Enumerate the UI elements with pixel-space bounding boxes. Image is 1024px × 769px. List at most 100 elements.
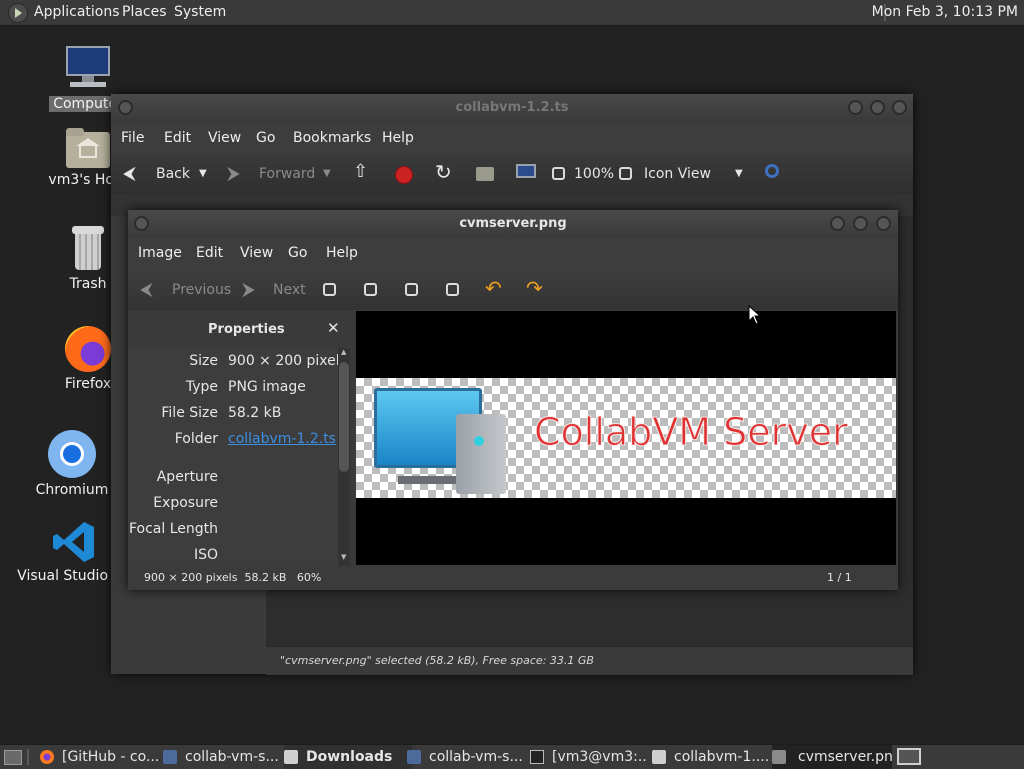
search-icon[interactable] [765,164,779,178]
property-row: ISO [128,542,338,566]
image-canvas[interactable]: CollabVM Server [356,311,896,565]
property-key: ISO [193,547,218,563]
monitor-stand-graphic [398,476,458,484]
menu-edit[interactable]: Edit [164,123,191,153]
property-row: Exposure [128,490,338,516]
file-manager-titlebar[interactable]: collabvm-1.2.ts [111,94,913,122]
property-row: Folder collabvm-1.2.ts [128,426,338,452]
close-button[interactable] [876,216,891,231]
minimize-button[interactable] [830,216,845,231]
next-button[interactable]: Next [273,280,306,300]
property-row: Focal Length [128,516,338,542]
zoom-fit-icon[interactable] [446,283,459,296]
view-mode-select[interactable]: Icon View [644,164,711,184]
top-panel: Applications Places System Mon Feb 3, 10… [0,0,1024,26]
places-menu[interactable]: Places [122,0,167,25]
property-value: PNG image [228,379,306,395]
scrollbar-thumb[interactable] [339,362,349,472]
home-icon[interactable] [476,167,494,181]
maximize-button[interactable] [853,216,868,231]
menu-bookmarks[interactable]: Bookmarks [293,123,371,153]
taskbar-item-label: [GitHub - co... [62,749,160,765]
menu-go[interactable]: Go [288,238,307,268]
taskbar-item[interactable]: [GitHub - co... [40,745,160,769]
chromium-icon [48,430,96,478]
property-key: File Size [161,405,218,421]
applications-menu-icon[interactable] [8,3,28,23]
up-arrow-icon[interactable]: ⇧ [353,162,368,182]
image-info-status: 900 × 200 pixels 58.2 kB 60% [144,571,322,584]
folder-link[interactable]: collabvm-1.2.ts [228,426,336,452]
zoom-out-icon[interactable] [364,283,377,296]
menu-image[interactable]: Image [138,238,182,268]
properties-scrollbar[interactable]: ▲ ▼ [338,348,350,566]
rotate-right-icon[interactable]: ↷ [526,278,543,298]
previous-arrow-icon[interactable]: ⮜ [140,280,153,300]
image-index-status: 1 / 1 [827,571,852,584]
firefox-icon [40,750,54,764]
rotate-left-icon[interactable]: ↶ [485,278,502,298]
menu-help[interactable]: Help [382,123,414,153]
file-manager-menubar: File Edit View Go Bookmarks Help [111,123,913,153]
image-display: CollabVM Server [356,378,896,498]
taskbar-item-active[interactable]: Downloads [284,745,412,769]
scroll-up-icon[interactable]: ▲ [341,348,346,356]
image-viewer-toolbar: ⮜ Previous ⮞ Next ↶ ↷ [128,270,898,310]
image-viewer-window: cvmserver.png Image Edit View Go Help ⮜ … [128,210,898,590]
forward-button[interactable]: Forward [259,164,315,184]
image-viewer-titlebar[interactable]: cvmserver.png [128,210,898,238]
close-button[interactable] [892,100,907,115]
taskbar-item[interactable]: collab-vm-s... [407,745,525,769]
maximize-button[interactable] [870,100,885,115]
taskbar-item[interactable]: [vm3@vm3:... [530,745,648,769]
menu-edit[interactable]: Edit [196,238,223,268]
workspace-switcher-icon[interactable] [897,748,921,765]
back-history-chevron-icon[interactable]: ▼ [199,164,207,184]
image-viewer-menubar: Image Edit View Go Help [128,238,898,268]
back-button[interactable]: Back [156,164,190,184]
zoom-in-icon[interactable] [323,283,336,296]
menu-help[interactable]: Help [326,238,358,268]
image-viewer-icon [772,750,786,764]
window-title: collabvm-1.2.ts [455,100,569,115]
menu-go[interactable]: Go [256,123,275,153]
properties-title: Properties [208,322,285,337]
property-key: Type [185,379,218,395]
image-viewer-statusbar: 900 × 200 pixels 58.2 kB 60% 1 / 1 [128,566,898,590]
close-sidebar-icon[interactable]: ✕ [327,319,340,337]
clock[interactable]: Mon Feb 3, 10:13 PM [872,0,1018,25]
property-row: Aperture [128,464,338,490]
properties-header: Properties ✕ [128,310,354,350]
status-text: "cvmserver.png" selected (58.2 kB), Free… [280,654,594,667]
previous-button[interactable]: Previous [172,280,231,300]
view-mode-chevron-icon[interactable]: ▼ [735,164,743,184]
reload-icon[interactable]: ↻ [435,162,452,182]
next-arrow-icon[interactable]: ⮞ [242,280,255,300]
zoom-out-icon[interactable] [552,167,565,180]
property-key: Aperture [156,469,218,485]
mouse-pointer-icon [748,305,760,325]
zoom-normal-icon[interactable] [405,283,418,296]
menu-view[interactable]: View [240,238,273,268]
forward-history-chevron-icon[interactable]: ▼ [323,164,331,184]
stop-icon[interactable] [395,166,413,184]
menu-view[interactable]: View [208,123,241,153]
back-arrow-icon[interactable]: ⮜ [123,164,136,184]
zoom-level: 100% [574,166,615,182]
minimize-button[interactable] [848,100,863,115]
taskbar-item[interactable]: collabvm-1.... [652,745,770,769]
property-value: 58.2 kB [228,405,282,421]
system-menu[interactable]: System [174,0,226,25]
computer-icon[interactable] [516,164,536,178]
menu-file[interactable]: File [121,123,144,153]
taskbar-item-label: Downloads [306,749,393,765]
property-row: File Size 58.2 kB [128,400,338,426]
scroll-down-icon[interactable]: ▼ [341,553,346,561]
taskbar-item[interactable]: collab-vm-s... [163,745,281,769]
applications-menu[interactable]: Applications [34,0,120,25]
forward-arrow-icon[interactable]: ⮞ [227,164,240,184]
editor-icon [407,750,421,764]
show-desktop-icon[interactable] [4,750,22,765]
taskbar-item-active[interactable]: cvmserver.png [772,745,892,769]
zoom-in-icon[interactable] [619,167,632,180]
